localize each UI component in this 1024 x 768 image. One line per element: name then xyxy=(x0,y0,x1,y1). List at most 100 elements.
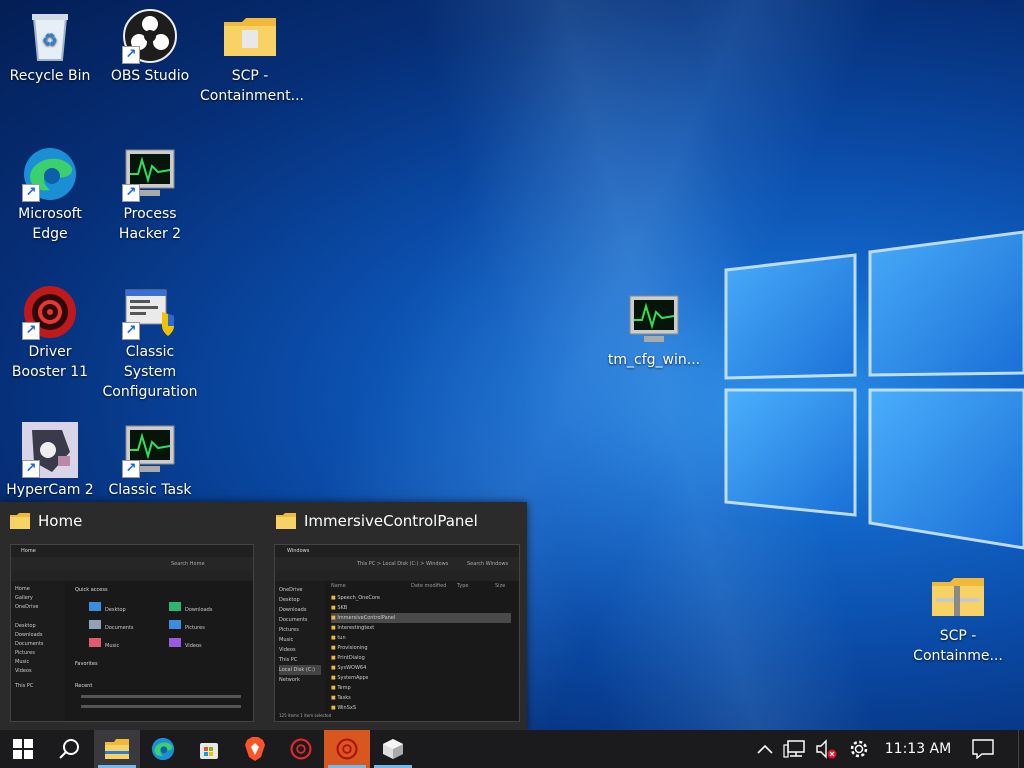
list-item: ■ Tasks xyxy=(331,695,351,701)
list-item: ■ Provisioning xyxy=(331,645,368,651)
driver-booster-icon: ↗ xyxy=(22,284,78,340)
desktop-icon-scp-zip[interactable]: SCP - Containme... xyxy=(908,560,1008,666)
desktop-icon-recycle-bin[interactable]: ♻ Recycle Bin xyxy=(0,0,100,86)
network-button[interactable] xyxy=(780,730,810,768)
search-icon xyxy=(59,739,79,759)
volume-muted-icon xyxy=(816,739,837,759)
desktop-icon-label: OBS Studio xyxy=(110,68,190,84)
store-icon xyxy=(200,743,218,759)
folder-icon xyxy=(276,513,296,529)
chevron-up-icon xyxy=(757,744,773,754)
preview-title-immersive: ImmersiveControlPanel xyxy=(304,512,478,530)
edge-icon xyxy=(151,737,175,761)
thumb-nav-pane: Home Gallery OneDrive Desktop Downloads … xyxy=(11,581,65,721)
desktop-icon-label: Driver Booster 11 xyxy=(11,344,89,380)
thumb-file-list: ■ Speech_OneCore ■ SKB ■ ImmersiveContro… xyxy=(331,593,511,713)
desktop-icon-label: SCP - Containme... xyxy=(913,628,1003,664)
windows-start-icon xyxy=(13,739,33,759)
desktop-icon-driver-booster[interactable]: ↗ Driver Booster 11 xyxy=(0,276,100,382)
cube-icon xyxy=(383,739,403,759)
desktop-icon-classic-system-configuration[interactable]: ↗ Classic System Configuration xyxy=(100,276,200,402)
network-icon xyxy=(783,740,805,758)
list-item: ■ Temp xyxy=(331,685,351,691)
shortcut-arrow-icon: ↗ xyxy=(122,460,140,478)
taskbar-app-cube[interactable] xyxy=(370,730,416,768)
desktop-icon-hypercam[interactable]: ↗ HyperCam 2 xyxy=(0,414,100,500)
preview-title-home: Home xyxy=(38,512,83,530)
desktop-icon-scp-folder[interactable]: SCP - Containment... xyxy=(200,0,304,106)
taskbar-edge[interactable] xyxy=(140,730,186,768)
taskbar-driver-booster[interactable] xyxy=(278,730,324,768)
edge-icon: ↗ xyxy=(22,146,78,202)
hypercam-icon: ↗ xyxy=(22,422,78,478)
folder-icon xyxy=(10,513,30,529)
thumb-section-fav: Favorites xyxy=(75,661,98,667)
thumb-quick-grid: Desktop Downloads Documents Pictures Mus… xyxy=(89,601,249,655)
desktop-icon-microsoft-edge[interactable]: ↗ Microsoft Edge xyxy=(0,138,100,244)
task-manager-icon: ↗ xyxy=(122,422,178,478)
thumb-section-quick: Quick access xyxy=(75,587,108,593)
thumb-path: This PC > Local Disk (C:) > Windows xyxy=(357,561,449,567)
desktop-icon-tm-cfg-win[interactable]: tm_cfg_win... xyxy=(604,284,704,370)
folder-icon xyxy=(222,8,278,64)
desktop-icon-label: Microsoft Edge xyxy=(18,206,82,242)
thumb-search: Search Home xyxy=(171,561,205,567)
desktop-icon-label: Classic System Configuration xyxy=(102,344,198,400)
notifications-button[interactable] xyxy=(966,730,1000,768)
thumb-nav-pane: OneDrive Desktop Downloads Documents Pic… xyxy=(275,581,325,715)
clock[interactable]: 11:13 AM xyxy=(880,730,956,768)
notification-icon xyxy=(972,739,994,759)
list-item: ■ ImmersiveControlPanel xyxy=(331,613,511,623)
desktop-icon-label: Process Hacker 2 xyxy=(118,206,182,242)
gear-icon xyxy=(850,740,868,758)
list-item: ■ Interestingtext xyxy=(331,625,375,631)
zip-folder-icon xyxy=(930,568,986,624)
file-explorer-icon xyxy=(105,739,129,759)
desktop-icon-label: tm_cfg_win... xyxy=(607,352,701,368)
volume-button[interactable] xyxy=(812,730,840,768)
brave-icon xyxy=(245,737,265,761)
taskbar-thumbnail-preview: Home ImmersiveControlPanel Home Search H… xyxy=(0,502,527,730)
desktop-icon-label: Recycle Bin xyxy=(9,68,91,84)
taskbar-brave[interactable] xyxy=(232,730,278,768)
search-button[interactable] xyxy=(46,730,92,768)
task-manager-icon xyxy=(626,292,682,348)
list-item: ■ WinSxS xyxy=(331,705,357,711)
desktop-icon-label: HyperCam 2 xyxy=(6,482,94,498)
list-item: ■ SKB xyxy=(331,605,348,611)
shortcut-arrow-icon: ↗ xyxy=(22,322,40,340)
thumb-titlebar: Windows xyxy=(275,545,519,557)
list-item: ■ Speech_OneCore xyxy=(331,595,380,601)
thumb-search: Search Windows xyxy=(467,561,509,567)
settings-button[interactable] xyxy=(844,730,874,768)
show-hidden-icons-button[interactable] xyxy=(752,730,778,768)
desktop-icon-process-hacker[interactable]: ↗ Process Hacker 2 xyxy=(100,138,200,244)
thumbnail-home[interactable]: Home Search Home Home Gallery OneDrive D… xyxy=(10,544,254,722)
taskbar: 11:13 AM xyxy=(0,730,1024,768)
shortcut-arrow-icon: ↗ xyxy=(122,46,140,64)
system-configuration-icon: ↗ xyxy=(122,284,178,340)
thumbnail-immersive[interactable]: Windows This PC > Local Disk (C:) > Wind… xyxy=(274,544,520,722)
preview-window-home[interactable]: Home xyxy=(10,512,82,530)
windows-logo-wallpaper xyxy=(724,230,1024,550)
obs-icon: ↗ xyxy=(122,8,178,64)
shortcut-arrow-icon: ↗ xyxy=(22,184,40,202)
shortcut-arrow-icon: ↗ xyxy=(122,322,140,340)
taskbar-driver-booster-active[interactable] xyxy=(324,730,370,768)
desktop-icon-label: SCP - Containment... xyxy=(200,68,305,104)
taskbar-file-explorer[interactable] xyxy=(94,730,140,768)
list-item: ■ SysWOW64 xyxy=(331,665,367,671)
recycle-bin-icon: ♻ xyxy=(22,8,78,64)
desktop-icon-obs-studio[interactable]: ↗ OBS Studio xyxy=(100,0,200,86)
process-hacker-icon: ↗ xyxy=(122,146,178,202)
shortcut-arrow-icon: ↗ xyxy=(22,460,40,478)
driver-booster-icon xyxy=(336,738,358,760)
show-desktop-button[interactable] xyxy=(1018,730,1024,768)
taskbar-store[interactable] xyxy=(186,730,232,768)
start-button[interactable] xyxy=(0,730,46,768)
shortcut-arrow-icon: ↗ xyxy=(122,184,140,202)
svg-text:♻: ♻ xyxy=(42,30,58,51)
list-item: ■ PrintDialog xyxy=(331,655,365,661)
thumb-titlebar: Home xyxy=(11,545,253,557)
preview-window-immersive[interactable]: ImmersiveControlPanel xyxy=(276,512,478,530)
